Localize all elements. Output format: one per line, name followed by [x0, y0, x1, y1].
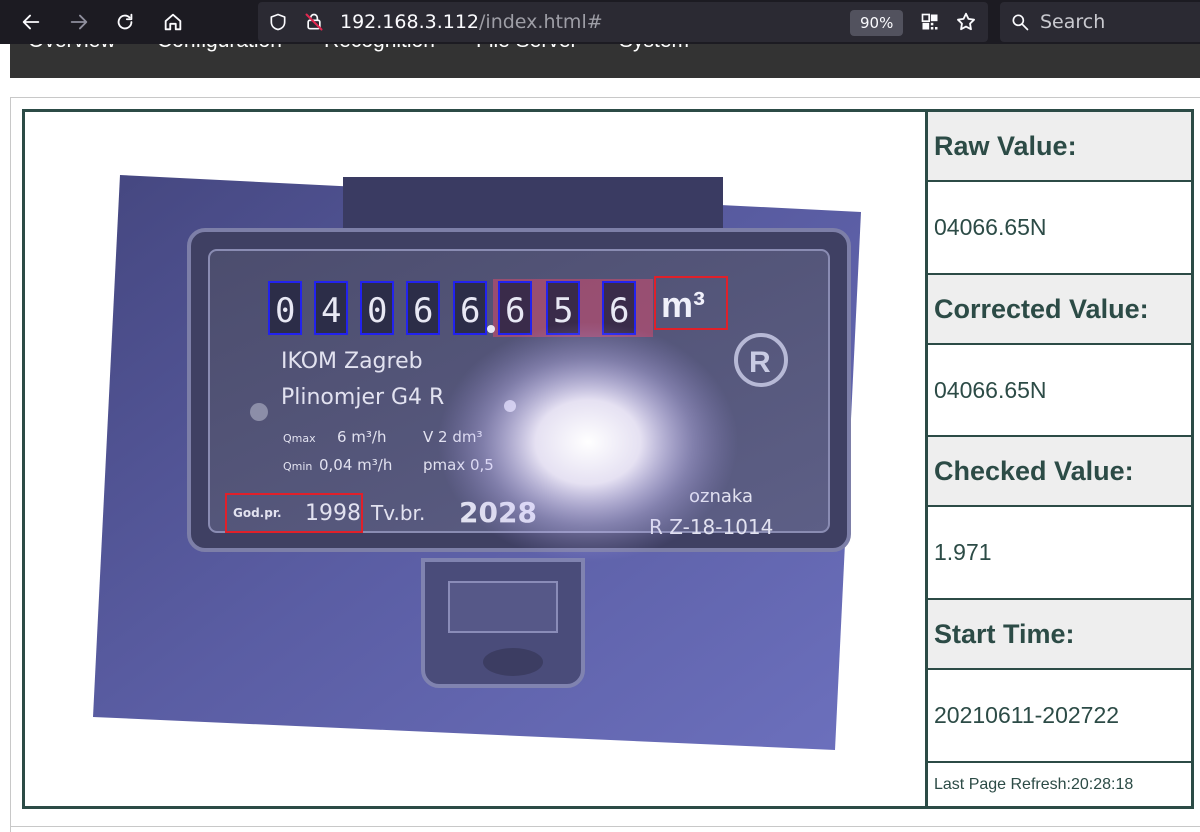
- reload-icon: [117, 13, 133, 30]
- digit-3: 0: [367, 291, 387, 331]
- raw-value-header: Raw Value:: [928, 112, 1191, 182]
- menu-item-overview[interactable]: Overview: [28, 44, 116, 53]
- spec-qmin-value: 0,04 m³/h: [319, 456, 392, 474]
- home-icon: [164, 13, 182, 31]
- meter-clip-window: [448, 581, 558, 633]
- url-path: /index.html#: [479, 11, 603, 33]
- content-left-border: [10, 97, 11, 832]
- corrected-value-header: Corrected Value:: [928, 275, 1191, 345]
- meter-screw: [250, 403, 268, 421]
- spec-qmin-label: Qmin: [283, 460, 312, 473]
- spec-qmax-value: 6 m³/h: [337, 428, 387, 446]
- year-label: God.pr.: [233, 506, 282, 520]
- corrected-value-cell: 04066.65N: [928, 345, 1191, 437]
- checked-value-cell: 1.971: [928, 507, 1191, 600]
- browser-toolbar: 192.168.3.112/index.html# 90% Search: [0, 0, 1200, 44]
- values-column: Raw Value: 04066.65N Corrected Value: 04…: [928, 112, 1191, 806]
- digit-1: 0: [275, 291, 295, 331]
- model-text: Plinomjer G4 R: [281, 385, 444, 410]
- menu-item-file-server[interactable]: File Server: [476, 44, 578, 53]
- spec-qmax-label: Qmax: [283, 432, 316, 445]
- raw-value-cell: 04066.65N: [928, 182, 1191, 275]
- bookmark-star-icon[interactable]: [955, 11, 977, 33]
- search-input[interactable]: Search: [1000, 2, 1200, 42]
- insecure-lock-icon[interactable]: [304, 12, 324, 32]
- qr-code-icon[interactable]: [920, 12, 940, 32]
- menu-item-system[interactable]: System: [619, 44, 689, 53]
- start-time-label: Start Time:: [934, 618, 1075, 649]
- checked-value: 1.971: [934, 539, 992, 565]
- digit-4: 6: [413, 291, 433, 331]
- serial-label: Tv.br.: [370, 501, 425, 525]
- digit-5: 6: [460, 291, 480, 331]
- zoom-badge[interactable]: 90%: [850, 10, 904, 36]
- checked-value-label: Checked Value:: [934, 455, 1134, 486]
- shield-icon[interactable]: [268, 12, 288, 32]
- corrected-value-label: Corrected Value:: [934, 293, 1149, 324]
- manufacturer-text: IKOM Zagreb: [281, 349, 423, 374]
- raw-value-label: Raw Value:: [934, 130, 1077, 161]
- address-bar[interactable]: 192.168.3.112/index.html# 90%: [258, 2, 988, 42]
- year-value: 1998: [305, 501, 361, 526]
- start-time-header: Start Time:: [928, 600, 1191, 670]
- digit-6: 6: [505, 291, 525, 331]
- menu-item-recognition[interactable]: Recognition: [324, 44, 435, 53]
- back-button[interactable]: [14, 6, 48, 38]
- refresh-cell: Last Page Refresh:20:28:18: [928, 763, 1191, 806]
- meter-clip-seal: [483, 648, 543, 676]
- last-refresh-text: Last Page Refresh:20:28:18: [934, 775, 1134, 793]
- home-button[interactable]: [156, 6, 190, 38]
- url-text[interactable]: 192.168.3.112/index.html#: [340, 10, 603, 34]
- arrow-right-icon: [70, 14, 88, 30]
- light-glare: [438, 322, 738, 562]
- search-icon: [1012, 14, 1029, 31]
- overview-table: 0 4 0 6 6 6 5 6 m³ R IKOM Zagreb Plinomj…: [22, 109, 1194, 809]
- arrow-left-icon: [22, 14, 40, 30]
- reload-button[interactable]: [108, 6, 142, 38]
- search-placeholder: Search: [1040, 11, 1106, 33]
- meter-photo: 0 4 0 6 6 6 5 6 m³ R IKOM Zagreb Plinomj…: [93, 175, 861, 750]
- unit-label: m³: [661, 284, 705, 325]
- checked-value-header: Checked Value:: [928, 437, 1191, 507]
- decimal-point: [487, 325, 495, 333]
- approval-badge-letter: R: [749, 346, 771, 379]
- corrected-value: 04066.65N: [934, 376, 1047, 403]
- digit-2: 4: [321, 291, 341, 331]
- content-bottom-border: [10, 826, 1200, 827]
- start-time-cell: 20210611-202722: [928, 670, 1191, 763]
- content-divider: [10, 97, 1200, 98]
- image-cell: 0 4 0 6 6 6 5 6 m³ R IKOM Zagreb Plinomj…: [25, 112, 928, 806]
- url-host: 192.168.3.112: [340, 11, 480, 33]
- forward-button[interactable]: [62, 6, 96, 38]
- raw-value: 04066.65N: [934, 214, 1047, 240]
- start-time-value: 20210611-202722: [934, 702, 1120, 728]
- app-menu-bar: Overview Configuration Recognition File …: [10, 44, 1200, 78]
- menu-item-configuration[interactable]: Configuration: [157, 44, 282, 53]
